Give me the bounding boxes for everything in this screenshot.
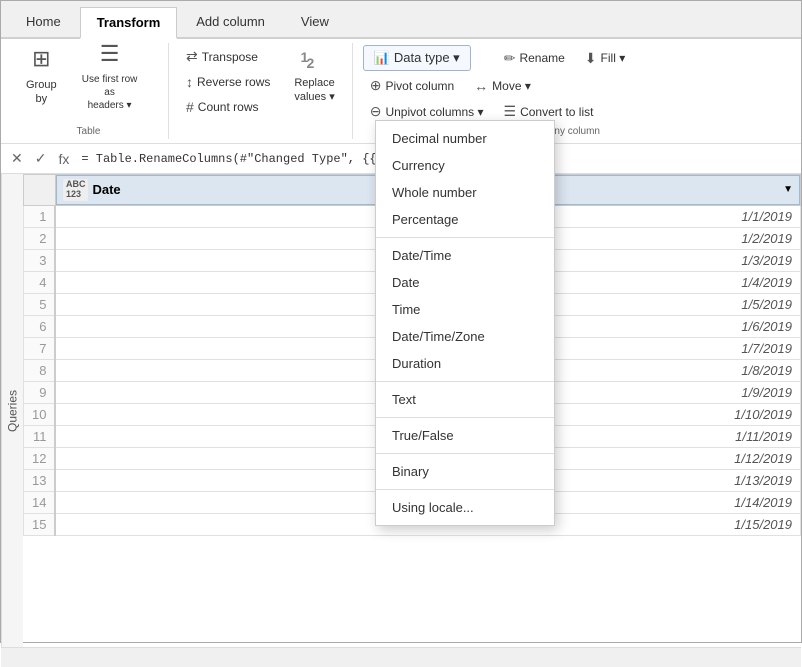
- count-rows-icon: #: [186, 99, 194, 115]
- count-rows-button[interactable]: # Count rows: [179, 96, 277, 118]
- transpose-button[interactable]: ⇄ Transpose: [179, 45, 277, 68]
- first-row-headers-button[interactable]: ☰ Use first row asheaders ▾: [70, 45, 150, 107]
- tab-home[interactable]: Home: [9, 5, 78, 37]
- dropdown-item-decimal-number[interactable]: Decimal number: [376, 125, 554, 152]
- dropdown-separator: [376, 381, 554, 382]
- dropdown-item-duration[interactable]: Duration: [376, 350, 554, 377]
- function-icon[interactable]: fx: [54, 149, 73, 169]
- row-number: 4: [24, 271, 56, 293]
- any-column-row1: 📊 Data type ▾ ✏ Rename ⬇ Fill ▾: [363, 45, 785, 71]
- col-header-name: Date: [92, 182, 120, 197]
- tab-bar: Home Transform Add column View: [1, 1, 801, 39]
- group-by-button[interactable]: ⊞ Groupby: [17, 45, 66, 107]
- convert-to-list-label: Convert to list: [520, 105, 593, 119]
- tab-view[interactable]: View: [284, 5, 346, 37]
- any-column-row2: ⊕ Pivot column ↔ Move ▾: [363, 74, 785, 97]
- datatype-icon: 📊: [374, 50, 390, 66]
- confirm-formula-icon[interactable]: ✓: [31, 148, 51, 169]
- first-row-icon: ☰: [100, 40, 120, 69]
- dropdown-item-date-time[interactable]: Date/Time: [376, 242, 554, 269]
- replace-values-button[interactable]: 1 2 Replacevalues ▾: [285, 45, 343, 107]
- row-number: 3: [24, 249, 56, 271]
- data-type-button[interactable]: 📊 Data type ▾: [363, 45, 471, 71]
- transpose-label: Transpose: [202, 50, 258, 64]
- dropdown-separator: [376, 237, 554, 238]
- move-button[interactable]: ↔ Move ▾: [467, 75, 538, 97]
- dropdown-item-time[interactable]: Time: [376, 296, 554, 323]
- group-table-label: Table: [9, 124, 168, 139]
- row-number: 6: [24, 315, 56, 337]
- row-number: 15: [24, 513, 56, 535]
- row-number: 13: [24, 469, 56, 491]
- unpivot-label: Unpivot columns ▾: [385, 105, 483, 119]
- ribbon-group-table: ⊞ Groupby ☰ Use first row asheaders ▾ Ta…: [9, 43, 169, 139]
- row-number: 9: [24, 381, 56, 403]
- pivot-column-button[interactable]: ⊕ Pivot column: [363, 74, 461, 97]
- move-label: Move ▾: [492, 79, 531, 93]
- pivot-label: Pivot column: [385, 79, 454, 93]
- first-row-label: Use first row asheaders ▾: [79, 73, 141, 112]
- dropdown-separator: [376, 417, 554, 418]
- row-number: 10: [24, 403, 56, 425]
- move-icon: ↔: [474, 78, 488, 94]
- transform-small-buttons: ⇄ Transpose ↕ Reverse rows # Count rows: [179, 45, 277, 118]
- rename-button[interactable]: ✏ Rename: [497, 47, 572, 70]
- data-type-dropdown: Decimal numberCurrencyWhole numberPercen…: [375, 120, 555, 526]
- replace-values-label: Replacevalues ▾: [294, 76, 334, 105]
- ribbon-group-transform-content: ⇄ Transpose ↕ Reverse rows # Count rows …: [179, 45, 344, 137]
- col-dropdown-icon[interactable]: ▼: [783, 184, 793, 195]
- dropdown-item-binary[interactable]: Binary: [376, 458, 554, 485]
- dropdown-separator: [376, 489, 554, 490]
- row-number-header: [24, 175, 56, 206]
- fill-label: Fill ▾: [601, 51, 626, 65]
- col-type-icon: ABC123: [63, 179, 89, 201]
- dropdown-item-date[interactable]: Date: [376, 269, 554, 296]
- row-number: 7: [24, 337, 56, 359]
- dropdown-item-percentage[interactable]: Percentage: [376, 206, 554, 233]
- queries-sidebar[interactable]: Queries: [1, 174, 23, 647]
- count-rows-label: Count rows: [198, 100, 259, 114]
- row-number: 8: [24, 359, 56, 381]
- pivot-icon: ⊕: [370, 77, 382, 94]
- dropdown-item-using-locale---[interactable]: Using locale...: [376, 494, 554, 521]
- dropdown-item-currency[interactable]: Currency: [376, 152, 554, 179]
- reverse-rows-icon: ↕: [186, 74, 193, 90]
- dropdown-item-true-false[interactable]: True/False: [376, 422, 554, 449]
- fill-icon: ⬇: [585, 50, 597, 67]
- convert-list-icon: ☰: [504, 103, 517, 120]
- row-number: 5: [24, 293, 56, 315]
- dropdown-item-whole-number[interactable]: Whole number: [376, 179, 554, 206]
- ribbon-row-table: ⊞ Groupby ☰ Use first row asheaders ▾: [17, 45, 150, 107]
- dropdown-item-date-time-zone[interactable]: Date/Time/Zone: [376, 323, 554, 350]
- row-number: 1: [24, 205, 56, 227]
- dropdown-separator: [376, 453, 554, 454]
- reverse-rows-label: Reverse rows: [197, 75, 270, 89]
- row-number: 11: [24, 425, 56, 447]
- row-number: 14: [24, 491, 56, 513]
- data-type-label: Data type ▾: [394, 50, 460, 66]
- rename-label: Rename: [519, 51, 564, 65]
- ribbon-group-transform: ⇄ Transpose ↕ Reverse rows # Count rows …: [171, 43, 353, 139]
- transpose-icon: ⇄: [186, 48, 198, 65]
- tab-add-column[interactable]: Add column: [179, 5, 282, 37]
- group-by-icon: ⊞: [32, 45, 50, 74]
- fill-button[interactable]: ⬇ Fill ▾: [578, 47, 632, 70]
- cancel-formula-icon[interactable]: ✕: [7, 148, 27, 169]
- group-by-label: Groupby: [26, 78, 57, 107]
- row-number: 2: [24, 227, 56, 249]
- row-number: 12: [24, 447, 56, 469]
- replace-values-icon: 1 2: [301, 48, 329, 76]
- any-column-inner: 📊 Data type ▾ ✏ Rename ⬇ Fill ▾ ⊕: [363, 45, 785, 123]
- reverse-rows-button[interactable]: ↕ Reverse rows: [179, 71, 277, 93]
- tab-transform[interactable]: Transform: [80, 7, 178, 39]
- unpivot-icon: ⊖: [370, 103, 382, 120]
- dropdown-item-text[interactable]: Text: [376, 386, 554, 413]
- rename-icon: ✏: [504, 50, 516, 67]
- status-bar: [1, 647, 801, 667]
